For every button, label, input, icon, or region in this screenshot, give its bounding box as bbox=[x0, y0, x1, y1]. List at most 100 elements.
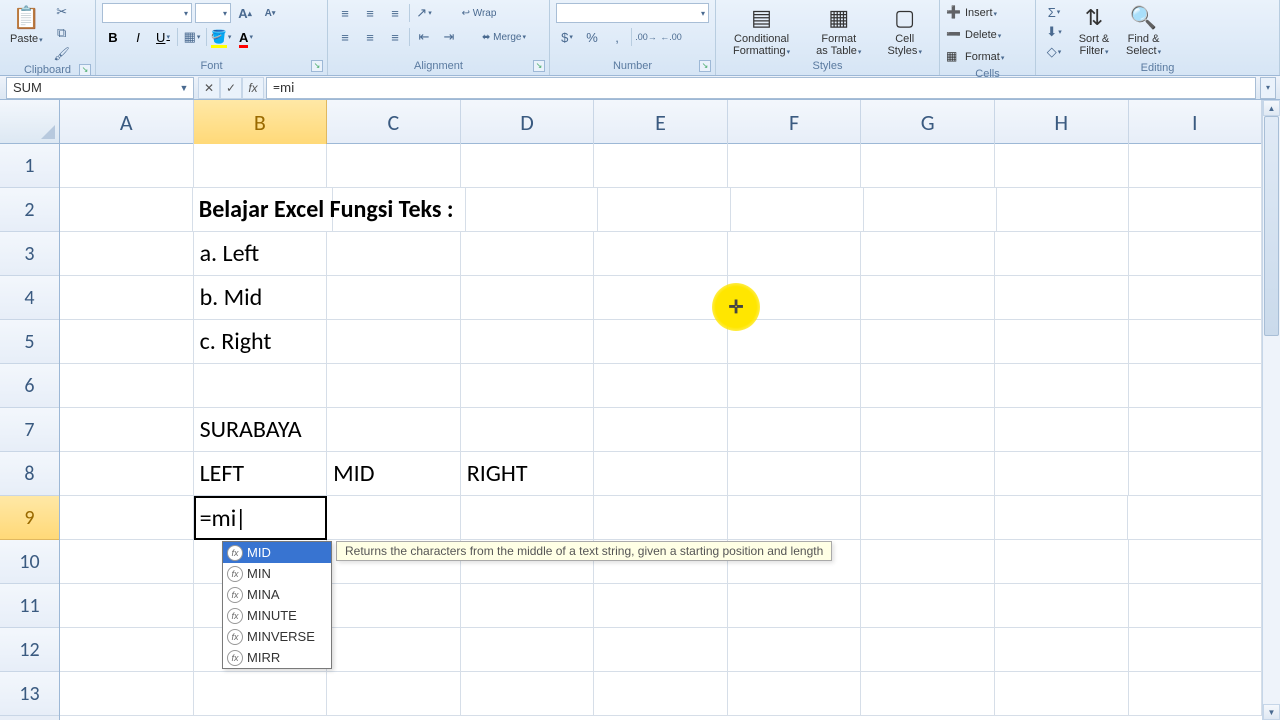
grow-font-button[interactable]: A▴ bbox=[234, 3, 256, 23]
row-header-6[interactable]: 6 bbox=[0, 364, 59, 408]
cell-H8[interactable] bbox=[995, 452, 1129, 496]
cell-G2[interactable] bbox=[864, 188, 997, 232]
cell-A6[interactable] bbox=[60, 364, 194, 408]
cell-D8[interactable]: RIGHT bbox=[461, 452, 595, 496]
cell-A9[interactable] bbox=[60, 496, 194, 540]
cell-D6[interactable] bbox=[461, 364, 595, 408]
row-header-10[interactable]: 10 bbox=[0, 540, 59, 584]
number-format-combo[interactable]: ▾ bbox=[556, 3, 709, 23]
column-header-G[interactable]: G bbox=[861, 100, 995, 144]
cell-A11[interactable] bbox=[60, 584, 194, 628]
cell-A5[interactable] bbox=[60, 320, 194, 364]
increase-indent-button[interactable]: ⇥ bbox=[438, 27, 460, 47]
cell-C5[interactable] bbox=[327, 320, 461, 364]
cell-E9[interactable] bbox=[594, 496, 728, 540]
align-center-button[interactable]: ≡ bbox=[359, 27, 381, 47]
cell-D2[interactable] bbox=[466, 188, 599, 232]
font-name-combo[interactable]: ▾ bbox=[102, 3, 192, 23]
cell-C9[interactable] bbox=[327, 496, 461, 540]
cell-D4[interactable] bbox=[461, 276, 595, 320]
cell-F6[interactable] bbox=[728, 364, 862, 408]
row-header-12[interactable]: 12 bbox=[0, 628, 59, 672]
cell-A10[interactable] bbox=[60, 540, 194, 584]
cell-B5[interactable]: c. Right bbox=[194, 320, 328, 364]
cell-I3[interactable] bbox=[1129, 232, 1263, 276]
insert-cells-button[interactable]: ➕Insert bbox=[946, 2, 1004, 24]
cell-G1[interactable] bbox=[861, 144, 995, 188]
cell-D9[interactable] bbox=[461, 496, 595, 540]
cell-A1[interactable] bbox=[60, 144, 194, 188]
cell-G12[interactable] bbox=[861, 628, 995, 672]
cell-H12[interactable] bbox=[995, 628, 1129, 672]
cell-C2[interactable] bbox=[333, 188, 466, 232]
cell-G10[interactable] bbox=[861, 540, 995, 584]
cell-G3[interactable] bbox=[861, 232, 995, 276]
accounting-format-button[interactable]: $ bbox=[556, 27, 578, 47]
column-header-I[interactable]: I bbox=[1129, 100, 1263, 144]
cell-D3[interactable] bbox=[461, 232, 595, 276]
cell-C13[interactable] bbox=[327, 672, 461, 716]
cell-F11[interactable] bbox=[728, 584, 862, 628]
cell-F7[interactable] bbox=[728, 408, 862, 452]
cell-G5[interactable] bbox=[861, 320, 995, 364]
cell-A12[interactable] bbox=[60, 628, 194, 672]
shrink-font-button[interactable]: A▾ bbox=[259, 3, 281, 23]
cell-E5[interactable] bbox=[594, 320, 728, 364]
cell-E13[interactable] bbox=[594, 672, 728, 716]
delete-cells-button[interactable]: ➖Delete bbox=[946, 24, 1004, 46]
cell-G8[interactable] bbox=[861, 452, 995, 496]
cell-I5[interactable] bbox=[1129, 320, 1263, 364]
cell-G13[interactable] bbox=[861, 672, 995, 716]
row-header-1[interactable]: 1 bbox=[0, 144, 59, 188]
cell-D7[interactable] bbox=[461, 408, 595, 452]
cell-G7[interactable] bbox=[861, 408, 995, 452]
conditional-formatting-button[interactable]: ▤ Conditional Formatting bbox=[729, 2, 794, 59]
autocomplete-item-mid[interactable]: fxMID bbox=[223, 542, 331, 563]
enter-formula-button[interactable]: ✓ bbox=[220, 77, 242, 99]
cut-button[interactable]: ✂ bbox=[51, 2, 73, 22]
cell-D1[interactable] bbox=[461, 144, 595, 188]
cell-E4[interactable] bbox=[594, 276, 728, 320]
cell-A2[interactable] bbox=[60, 188, 193, 232]
cell-C7[interactable] bbox=[327, 408, 461, 452]
sort-filter-button[interactable]: ⇅ Sort & Filter bbox=[1074, 2, 1114, 59]
cell-B3[interactable]: a. Left bbox=[194, 232, 328, 276]
increase-decimal-button[interactable]: .00→ bbox=[635, 27, 657, 47]
cell-B13[interactable] bbox=[194, 672, 328, 716]
cell-C1[interactable] bbox=[327, 144, 461, 188]
scroll-thumb[interactable] bbox=[1264, 116, 1279, 336]
cell-F9[interactable] bbox=[728, 496, 862, 540]
italic-button[interactable]: I bbox=[127, 27, 149, 47]
formula-bar[interactable]: =mi bbox=[266, 77, 1256, 99]
dialog-launcher-icon[interactable]: ↘ bbox=[311, 60, 323, 72]
cell-H3[interactable] bbox=[995, 232, 1129, 276]
wrap-text-button[interactable]: ↩ Wrap bbox=[449, 3, 509, 23]
cell-D13[interactable] bbox=[461, 672, 595, 716]
cell-B1[interactable] bbox=[194, 144, 328, 188]
cell-A4[interactable] bbox=[60, 276, 194, 320]
autocomplete-item-minute[interactable]: fxMINUTE bbox=[223, 605, 331, 626]
fill-button[interactable]: ⬇ bbox=[1042, 22, 1066, 42]
autocomplete-item-mina[interactable]: fxMINA bbox=[223, 584, 331, 605]
cell-B8[interactable]: LEFT bbox=[194, 452, 328, 496]
scroll-up-button[interactable]: ▲ bbox=[1263, 100, 1280, 116]
formula-autocomplete-popup[interactable]: fxMIDfxMINfxMINAfxMINUTEfxMINVERSEfxMIRR bbox=[222, 541, 332, 669]
row-header-7[interactable]: 7 bbox=[0, 408, 59, 452]
row-header-11[interactable]: 11 bbox=[0, 584, 59, 628]
cell-H9[interactable] bbox=[995, 496, 1129, 540]
cell-E6[interactable] bbox=[594, 364, 728, 408]
font-color-button[interactable]: A bbox=[235, 27, 257, 47]
cell-F1[interactable] bbox=[728, 144, 862, 188]
dialog-launcher-icon[interactable]: ↘ bbox=[699, 60, 711, 72]
cell-H5[interactable] bbox=[995, 320, 1129, 364]
row-header-4[interactable]: 4 bbox=[0, 276, 59, 320]
bold-button[interactable]: B bbox=[102, 27, 124, 47]
expand-formula-bar-button[interactable]: ▾ bbox=[1260, 77, 1276, 99]
fill-color-button[interactable]: 🪣 bbox=[210, 27, 232, 47]
column-header-B[interactable]: B bbox=[194, 100, 328, 144]
column-header-E[interactable]: E bbox=[594, 100, 728, 144]
scroll-down-button[interactable]: ▼ bbox=[1263, 704, 1280, 720]
dialog-launcher-icon[interactable]: ↘ bbox=[79, 64, 91, 76]
comma-format-button[interactable]: , bbox=[606, 27, 628, 47]
cell-B9[interactable]: =mi bbox=[194, 496, 328, 540]
